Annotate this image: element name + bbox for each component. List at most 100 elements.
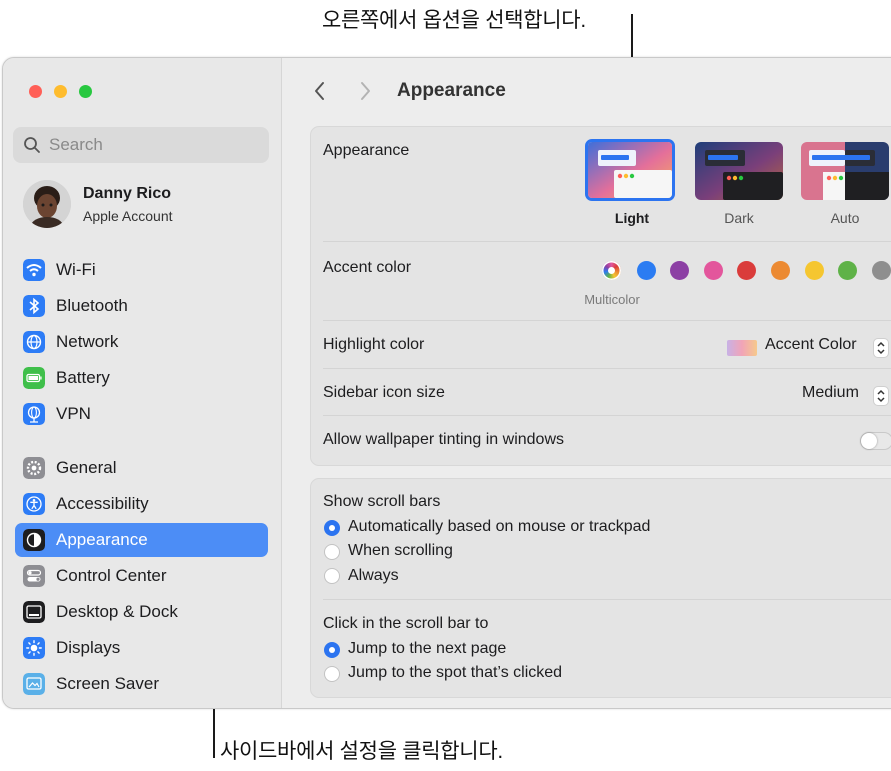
user-subtitle: Apple Account: [83, 208, 173, 224]
bluetooth-icon: [23, 295, 45, 317]
settings-window: Search Danny Rico Apple Account Wi-Fi Bl…: [2, 57, 891, 709]
highlight-color-value[interactable]: Accent Color: [765, 336, 857, 354]
jump-next-page-radio[interactable]: [324, 642, 340, 658]
appearance-label: Appearance: [323, 142, 410, 159]
jump-to-spot-label[interactable]: Jump to the spot that’s clicked: [348, 664, 562, 682]
row-divider: [323, 415, 891, 416]
dark-preview-icon: [695, 142, 783, 200]
sidebar-item-label: Accessibility: [56, 494, 149, 513]
scroll-auto-label[interactable]: Automatically based on mouse or trackpad: [348, 518, 650, 536]
jump-to-spot-radio[interactable]: [324, 666, 340, 682]
sidebar-item-control-center[interactable]: Control Center: [15, 559, 268, 593]
wallpaper-tinting-label: Allow wallpaper tinting in windows: [323, 431, 565, 448]
highlight-color-label: Highlight color: [323, 336, 425, 353]
sidebar-item-label: VPN: [56, 404, 91, 423]
sidebar-item-label: Displays: [56, 638, 121, 657]
scroll-auto-radio[interactable]: [324, 520, 340, 536]
accent-multicolor-swatch[interactable]: [602, 261, 621, 280]
avatar[interactable]: [23, 180, 71, 228]
sidebar-icon-size-value[interactable]: Medium: [802, 384, 859, 402]
highlight-gradient-swatch: [727, 340, 757, 356]
sidebar-item-label: Battery: [56, 368, 110, 387]
click-scroll-bar-label: Click in the scroll bar to: [323, 615, 489, 632]
minimize-window-button[interactable]: [54, 85, 67, 98]
memoji-icon: [23, 180, 71, 228]
sidebar-item-battery[interactable]: Battery: [15, 361, 268, 395]
highlight-color-stepper[interactable]: [873, 338, 889, 358]
close-window-button[interactable]: [29, 85, 42, 98]
zoom-window-button[interactable]: [79, 85, 92, 98]
control-center-icon: [23, 565, 45, 587]
sidebar-item-vpn[interactable]: VPN: [15, 397, 268, 431]
search-placeholder: Search: [49, 135, 103, 154]
accent-selected-name: Multicolor: [584, 292, 640, 307]
sidebar-item-label: Screen Saver: [56, 674, 159, 693]
sidebar-item-label: Network: [56, 332, 119, 351]
chevron-right-icon[interactable]: [357, 80, 373, 102]
up-down-chevron-icon: [877, 341, 885, 355]
accent-red-swatch[interactable]: [737, 261, 756, 280]
accessibility-icon: [23, 493, 45, 515]
appearance-card: Appearance Light Dark Auto Accent color …: [310, 126, 891, 466]
accent-blue-swatch[interactable]: [637, 261, 656, 280]
sidebar-item-label: Desktop & Dock: [56, 602, 178, 621]
sidebar-item-displays[interactable]: Displays: [15, 631, 268, 665]
sidebar-icon-size-label: Sidebar icon size: [323, 384, 445, 401]
sidebar-item-screen-saver[interactable]: Screen Saver: [15, 667, 268, 701]
row-divider: [323, 599, 891, 600]
accent-graphite-swatch[interactable]: [872, 261, 891, 280]
gear-icon: [23, 457, 45, 479]
sidebar-item-label: General: [56, 458, 117, 477]
sidebar-item-appearance[interactable]: Appearance: [15, 523, 268, 557]
sidebar-item-wifi[interactable]: Wi-Fi: [15, 253, 268, 287]
globe-icon: [23, 331, 45, 353]
page-title: Appearance: [397, 80, 506, 101]
scroll-when-scrolling-label[interactable]: When scrolling: [348, 542, 453, 560]
appearance-icon: [23, 529, 45, 551]
row-divider: [323, 368, 891, 369]
wallpaper-tinting-toggle[interactable]: [860, 432, 891, 450]
main-content: Appearance Appearance Light Dark Auto Ac…: [282, 58, 891, 708]
sidebar-icon-size-stepper[interactable]: [873, 386, 889, 406]
appearance-option-dark-label: Dark: [724, 210, 754, 226]
vpn-globe-icon: [23, 403, 45, 425]
appearance-option-dark[interactable]: [695, 142, 783, 200]
scroll-always-radio[interactable]: [324, 568, 340, 584]
accent-yellow-swatch[interactable]: [805, 261, 824, 280]
search-field[interactable]: Search: [13, 127, 269, 163]
accent-green-swatch[interactable]: [838, 261, 857, 280]
sidebar-item-label: Wi-Fi: [56, 260, 96, 279]
appearance-option-light[interactable]: [585, 139, 675, 201]
sidebar-item-desktop-dock[interactable]: Desktop & Dock: [15, 595, 268, 629]
accent-color-label: Accent color: [323, 259, 412, 276]
scroll-always-label[interactable]: Always: [348, 567, 399, 585]
sidebar-item-accessibility[interactable]: Accessibility: [15, 487, 268, 521]
wifi-icon: [23, 259, 45, 281]
sidebar-item-network[interactable]: Network: [15, 325, 268, 359]
show-scroll-bars-label: Show scroll bars: [323, 493, 441, 510]
dock-icon: [23, 601, 45, 623]
scroll-when-scrolling-radio[interactable]: [324, 544, 340, 560]
chevron-left-icon[interactable]: [312, 80, 328, 102]
row-divider: [323, 241, 891, 242]
search-icon: [24, 137, 40, 153]
row-divider: [323, 320, 891, 321]
accent-purple-swatch[interactable]: [670, 261, 689, 280]
scroll-bars-card: Show scroll bars Automatically based on …: [310, 478, 891, 698]
up-down-chevron-icon: [877, 389, 885, 403]
auto-preview-icon: [801, 142, 889, 200]
screensaver-icon: [23, 673, 45, 695]
sidebar-item-general[interactable]: General: [15, 451, 268, 485]
jump-next-page-label[interactable]: Jump to the next page: [348, 640, 506, 658]
sidebar-item-bluetooth[interactable]: Bluetooth: [15, 289, 268, 323]
user-name[interactable]: Danny Rico: [83, 185, 171, 203]
light-preview-icon: [588, 142, 672, 198]
sidebar: Search Danny Rico Apple Account Wi-Fi Bl…: [3, 58, 282, 708]
appearance-option-auto-label: Auto: [830, 210, 860, 226]
accent-orange-swatch[interactable]: [771, 261, 790, 280]
appearance-option-auto[interactable]: [801, 142, 889, 200]
accent-pink-swatch[interactable]: [704, 261, 723, 280]
annotation-top: 오른쪽에서 옵션을 선택합니다.: [322, 9, 586, 32]
appearance-option-light-label: Light: [614, 210, 650, 226]
sun-icon: [23, 637, 45, 659]
